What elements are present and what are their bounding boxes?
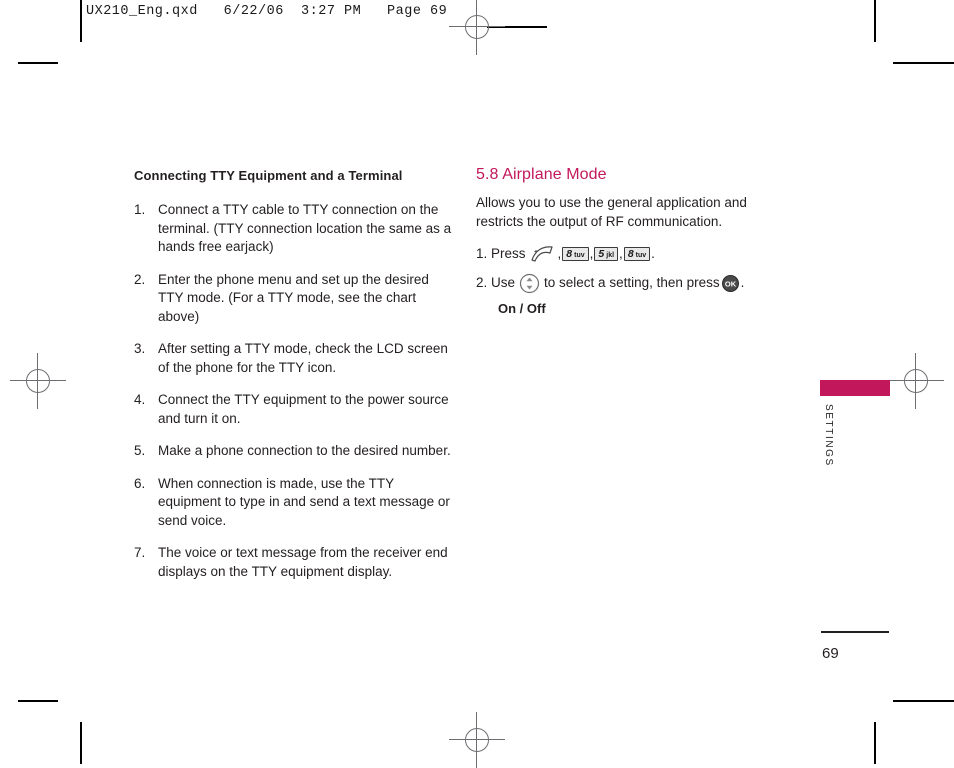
- prepress-slug-header: UX210_Eng.qxd 6/22/06 3:27 PM Page 69: [86, 4, 448, 19]
- trim-line-bottom-right-horizontal: [893, 700, 954, 702]
- step-number: 7.: [134, 545, 146, 560]
- step-number: 2.: [134, 271, 146, 287]
- step-text: The voice or text message from the recei…: [158, 545, 448, 579]
- keypad-key-8-tuv: 8 tuv: [562, 246, 589, 262]
- trim-line-bottom-right-vertical: [874, 722, 876, 764]
- step-1-comma-1: ,: [557, 246, 562, 261]
- page-number: 69: [822, 645, 839, 662]
- step-text: Enter the phone menu and set up the desi…: [158, 271, 429, 324]
- keypad-key-5-jkl: 5 jkl: [594, 246, 619, 262]
- step-number: 6.: [134, 475, 146, 491]
- step-text: When connection is made, use the TTY equ…: [158, 475, 450, 528]
- right-column: 5.8 Airplane Mode Allows you to use the …: [476, 166, 776, 316]
- step-number: 5.: [134, 443, 146, 458]
- registration-mark-bottom-center: [449, 712, 505, 768]
- registration-mark-right: [888, 353, 944, 409]
- trim-line-top-left-vertical: [80, 0, 82, 42]
- step-text: Connect a TTY cable to TTY connection on…: [158, 202, 452, 254]
- registration-circle: [465, 728, 489, 752]
- step-2-prefix: 2. Use: [476, 275, 516, 290]
- step-number: 1.: [134, 202, 146, 217]
- trim-line-top-left-horizontal: [18, 62, 58, 64]
- key-digit: 8: [627, 247, 634, 260]
- list-item: 4. Connect the TTY equipment to the powe…: [134, 391, 452, 428]
- key-letters: tuv: [574, 251, 585, 259]
- list-item: 1. Connect a TTY cable to TTY connection…: [134, 201, 452, 257]
- section-heading: 5.8 Airplane Mode: [476, 166, 607, 183]
- step-1-period: .: [651, 246, 655, 261]
- list-item: 7. The voice or text message from the re…: [134, 544, 452, 581]
- list-item: 6. When connection is made, use the TTY …: [134, 475, 452, 531]
- list-item: 3. After setting a TTY mode, check the L…: [134, 340, 452, 377]
- left-column-subheading: Connecting TTY Equipment and a Terminal: [134, 168, 403, 183]
- step-2-middle-text: to select a setting, then press: [544, 275, 720, 290]
- operation-step-1: 1. Press , 8 tuv , 5 jkl , 8 tuv .: [476, 243, 776, 265]
- registration-circle: [26, 369, 50, 393]
- step-text: Connect the TTY equipment to the power s…: [158, 392, 449, 426]
- section-intro: Allows you to use the general applicatio…: [476, 195, 747, 229]
- left-column: Connecting TTY Equipment and a Terminal …: [134, 168, 452, 595]
- step-1-comma-3: ,: [619, 246, 623, 261]
- registration-mark-left: [10, 353, 66, 409]
- trim-line-bottom-left-horizontal: [18, 700, 58, 702]
- key-digit: 8: [566, 247, 573, 260]
- trim-line-top-right-vertical: [874, 0, 876, 42]
- chapter-tab-label: SETTINGS: [823, 404, 834, 467]
- registration-circle: [904, 369, 928, 393]
- registration-mark-top-center: [449, 0, 505, 55]
- step-number: 3.: [134, 341, 146, 356]
- step-1-comma-2: ,: [589, 246, 594, 261]
- setting-options: On / Off: [498, 301, 546, 316]
- list-item: 5. Make a phone connection to the desire…: [134, 442, 452, 461]
- send-key-icon: [529, 245, 555, 263]
- tty-steps-list: 1. Connect a TTY cable to TTY connection…: [134, 201, 452, 581]
- step-2-period: .: [740, 275, 745, 290]
- step-1-prefix: 1. Press: [476, 246, 526, 261]
- chapter-tab-marker: [820, 380, 890, 396]
- trim-line-bottom-left-vertical: [80, 722, 82, 764]
- svg-text:OK: OK: [725, 279, 737, 288]
- keypad-key-8-tuv-second: 8 tuv: [623, 246, 651, 262]
- manual-page: UX210_Eng.qxd 6/22/06 3:27 PM Page 69 Co…: [0, 0, 954, 768]
- key-digit: 5: [598, 247, 605, 260]
- registration-circle: [465, 15, 489, 39]
- operation-step-2: 2. Use to select a setting, then press O…: [476, 272, 776, 294]
- key-letters: jkl: [606, 251, 615, 259]
- step-text: After setting a TTY mode, check the LCD …: [158, 341, 448, 375]
- ok-key-icon: OK: [721, 274, 739, 292]
- list-item: 2. Enter the phone menu and set up the d…: [134, 271, 452, 327]
- trim-line-top-right-horizontal: [893, 62, 954, 64]
- navigation-updown-key-icon: [519, 273, 540, 294]
- folio-rule: [821, 631, 889, 633]
- key-letters: tuv: [635, 251, 647, 259]
- step-text: Make a phone connection to the desired n…: [158, 443, 451, 458]
- step-number: 4.: [134, 392, 146, 407]
